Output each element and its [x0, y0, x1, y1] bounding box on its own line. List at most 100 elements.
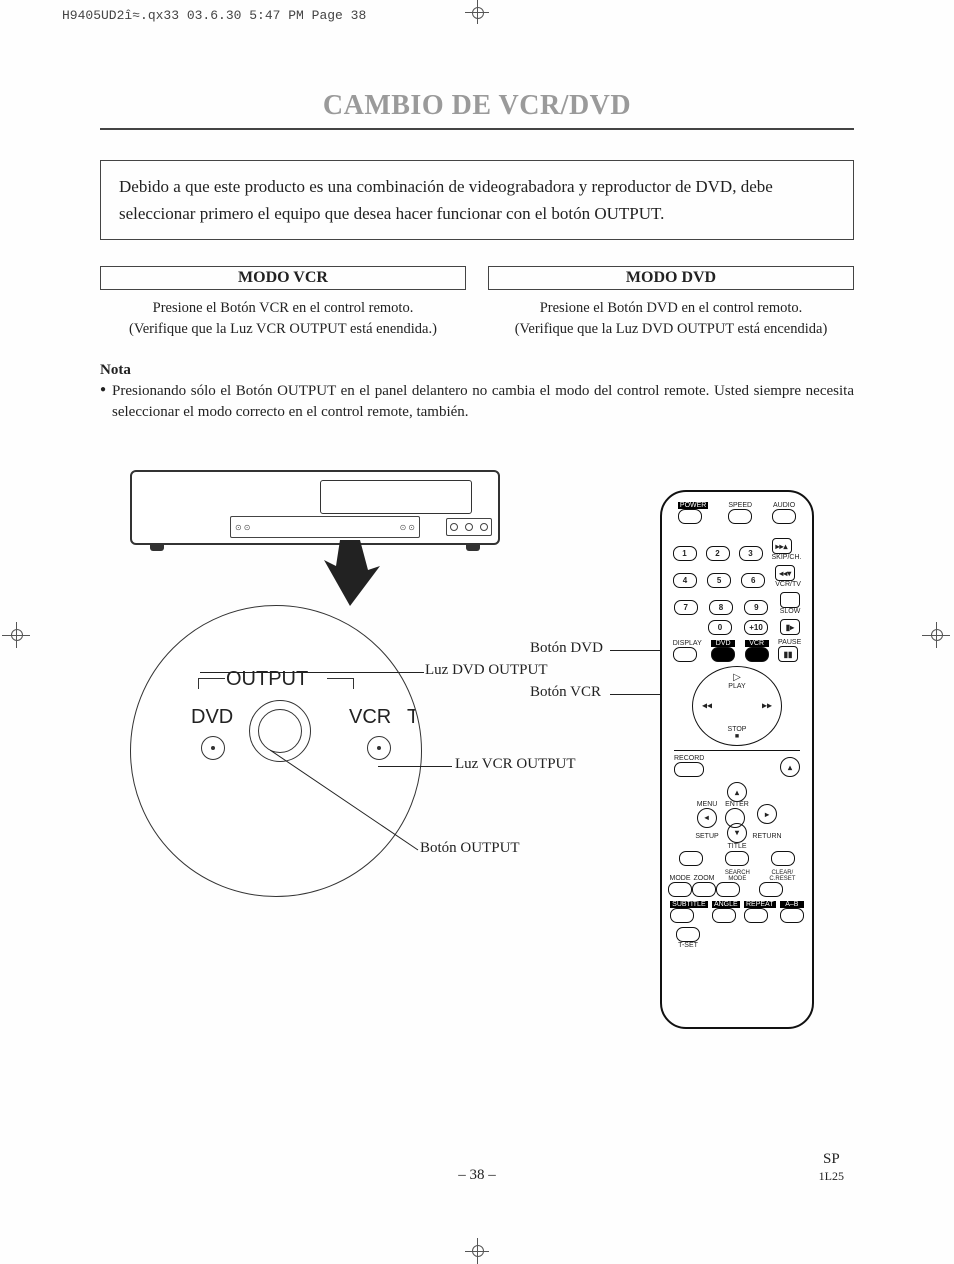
zoom-dvd-label: DVD [191, 706, 233, 729]
remote-num-4: 4 [673, 573, 697, 588]
footer-sp: SP 1L25 [819, 1151, 844, 1184]
remote-pause-button: ▮▮ [778, 646, 798, 662]
remote-search-label: SEARCH MODE [716, 870, 759, 882]
remote-record-button [674, 762, 704, 777]
remote-mode-button [668, 882, 692, 897]
remote-right-button: ▸ [757, 804, 777, 824]
remote-display-button [673, 647, 697, 662]
remote-eject-button: ▴ [780, 757, 800, 777]
mode-vcr-heading: MODO VCR [100, 266, 466, 290]
dvd-led-icon [201, 736, 225, 760]
remote-slow-label: SLOW [780, 608, 801, 615]
remote-power-label: POWER [678, 502, 708, 509]
remote-angle-label: ANGLE [712, 901, 740, 908]
remote-subtitle-button [670, 908, 694, 923]
remote-step-button: ▮▸ [780, 619, 800, 635]
remote-vcr-button [745, 647, 769, 662]
mode-vcr-line1: Presione el Botón VCR en el control remo… [153, 300, 414, 316]
remote-mode-label: MODE [668, 875, 692, 882]
remote-play-label: PLAY [728, 683, 745, 690]
remote-num-5: 5 [707, 573, 731, 588]
remote-zoom-button [692, 882, 716, 897]
remote-num-1: 1 [673, 546, 697, 561]
nota-label: Nota [100, 362, 854, 379]
remote-illustration: POWER SPEED AUDIO 1 2 3 ▸▸▴SKIP/CH. 4 5 … [660, 490, 814, 1029]
intro-box: Debido a que este producto es una combin… [100, 160, 854, 240]
zoom-arrow-icon [320, 540, 380, 610]
content-area: CAMBIO DE VCR/DVD Debido a que este prod… [100, 90, 854, 423]
remote-transport-pad: ▷PLAY STOP■ ◂◂ ▸▸ [692, 666, 782, 746]
remote-search-button [716, 882, 740, 897]
remote-dvd-label: DVD [711, 640, 735, 647]
remote-audio-label: AUDIO [772, 502, 796, 509]
remote-dvd-button [711, 647, 735, 662]
remote-return-button [771, 851, 795, 866]
remote-speed-label: SPEED [728, 502, 752, 509]
mode-vcr-column: MODO VCR Presione el Botón VCR en el con… [100, 266, 466, 340]
footer-sp-label: SP [823, 1151, 840, 1167]
remote-subtitle-label: SUBTITLE [670, 901, 707, 908]
callout-luz-vcr: Luz VCR OUTPUT [455, 756, 576, 773]
remote-rew-icon: ◂◂ [702, 701, 712, 712]
remote-clear-label: CLEAR/ C.RESET [759, 870, 806, 882]
remote-num-8: 8 [709, 600, 733, 615]
device-illustration: ⊙ ⊙⊙ ⊙ [130, 470, 500, 545]
remote-title-button [725, 851, 749, 866]
remote-num-9: 9 [744, 600, 768, 615]
remote-vcr-label: VCR [745, 640, 769, 647]
remote-pause-label: PAUSE [778, 639, 801, 646]
remote-vcrtv-label: VCR/TV [775, 581, 801, 588]
remote-menu-label: MENU [697, 801, 718, 808]
remote-speed-button [728, 509, 752, 524]
remote-num-6: 6 [741, 573, 765, 588]
remote-ab-button [780, 908, 804, 923]
callout-boton-output: Botón OUTPUT [420, 840, 520, 857]
remote-ff-icon: ▸▸ [762, 701, 772, 712]
mode-dvd-text: Presione el Botón DVD en el control remo… [488, 298, 854, 340]
remote-num-plus10: +10 [744, 620, 768, 635]
mode-dvd-heading: MODO DVD [488, 266, 854, 290]
zoom-tl-label: TI [407, 706, 422, 729]
mode-dvd-line1: Presione el Botón DVD en el control remo… [540, 300, 803, 316]
remote-num-2: 2 [706, 546, 730, 561]
crop-mark-left [2, 620, 32, 650]
crop-mark-top [462, 0, 492, 30]
remote-display-label: DISPLAY [673, 640, 702, 647]
remote-power-button [678, 509, 702, 524]
callout-boton-vcr: Botón VCR [530, 684, 601, 701]
remote-skip-down-button: ◂◂▾ [775, 565, 795, 581]
page-title: CAMBIO DE VCR/DVD [100, 90, 854, 130]
remote-up-button: ▴ [727, 782, 747, 802]
remote-skipch-label: SKIP/CH. [772, 554, 802, 561]
remote-tset-button [676, 927, 700, 942]
remote-num-7: 7 [674, 600, 698, 615]
remote-setup-button [679, 851, 703, 866]
remote-slow-button [780, 592, 800, 608]
diagram-area: ⊙ ⊙⊙ ⊙ OUTPUT DVD VCR TI Luz DVD OUTPUT … [100, 440, 854, 1060]
remote-audio-button [772, 509, 796, 524]
remote-angle-button [712, 908, 736, 923]
remote-stop-label: STOP [728, 726, 747, 733]
footer-code: 1L25 [819, 1169, 844, 1183]
callout-luz-dvd: Luz DVD OUTPUT [425, 662, 547, 679]
nota-list: Presionando sólo el Botón OUTPUT en el p… [100, 381, 854, 423]
remote-repeat-label: REPEAT [744, 901, 776, 908]
remote-down-button: ▾ [727, 823, 747, 843]
remote-record-label: RECORD [674, 755, 704, 762]
mode-dvd-line2: (Verifique que la Luz DVD OUTPUT está en… [515, 321, 828, 337]
remote-skip-up-button: ▸▸▴ [772, 538, 792, 554]
mode-columns: MODO VCR Presione el Botón VCR en el con… [100, 266, 854, 340]
remote-ab-label: A–B [780, 901, 804, 908]
print-header: H9405UD2î≈.qx33 03.6.30 5:47 PM Page 38 [62, 8, 366, 23]
remote-return-label: RETURN [752, 833, 781, 840]
remote-tset-label: T-SET [676, 942, 700, 949]
remote-title-label: TITLE [727, 843, 747, 850]
remote-zoom-label: ZOOM [692, 875, 716, 882]
remote-clear-button [759, 882, 783, 897]
remote-dpad: ▴ MENU◂ ENTER ▸ SETUP ▾TITLE RETURN [692, 781, 782, 847]
remote-num-3: 3 [739, 546, 763, 561]
remote-setup-label: SETUP [695, 833, 718, 840]
nota-item: Presionando sólo el Botón OUTPUT en el p… [100, 381, 854, 423]
remote-enter-label: ENTER [725, 801, 749, 808]
manual-page: H9405UD2î≈.qx33 03.6.30 5:47 PM Page 38 … [0, 0, 954, 1264]
